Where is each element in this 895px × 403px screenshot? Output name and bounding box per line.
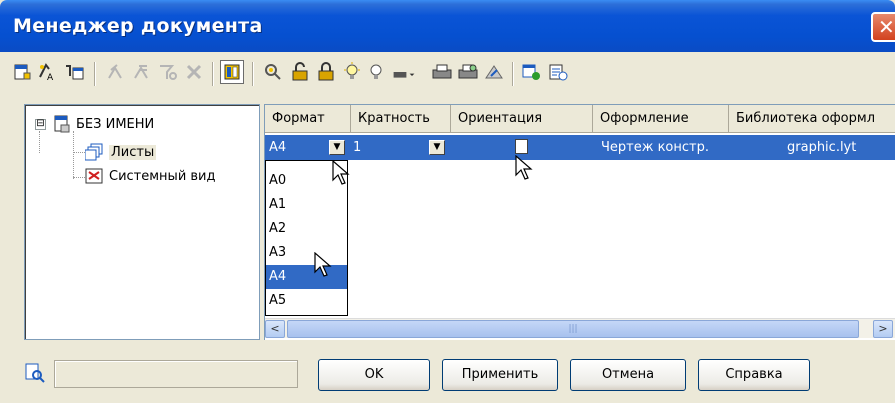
table-header: Формат Кратность Ориентация Оформление Б… [265,105,895,133]
scroll-left-icon[interactable]: < [265,320,285,338]
sheet-params-icon[interactable] [62,60,86,84]
delete-icon[interactable] [182,60,206,84]
dropdown-option-a5[interactable]: A5 [266,289,347,313]
table-row[interactable]: A4 ▼ 1 ▼ Чертеж констр. graphic.lyt [265,135,895,160]
find-icon[interactable] [262,60,286,84]
tree-root-label: БЕЗ ИМЕНИ [76,116,155,132]
column-header-design[interactable]: Оформление [593,105,729,133]
dropdown-option-a1[interactable]: A1 [266,193,347,217]
lock-icon[interactable] [288,60,312,84]
cell-design[interactable]: Чертеж констр. [601,135,709,160]
new-sheet-icon[interactable] [10,60,34,84]
scroll-thumb[interactable]: ||| [287,320,859,338]
scroll-right-icon[interactable]: > [873,320,893,338]
cancel-button[interactable]: Отмена [570,359,686,391]
print-icon[interactable] [430,60,454,84]
collapse-icon[interactable]: ⊟ [35,118,46,130]
title-bar[interactable]: Менеджер документа ✕ [0,0,895,52]
status-field [54,360,298,388]
tree-system-view-label: Системный вид [109,168,216,184]
grid-view-icon[interactable] [220,60,244,84]
apply-button[interactable]: Применить [442,359,558,391]
mouse-cursor-icon [314,252,332,277]
tree-sheets-label: Листы [109,144,157,160]
lock-closed-icon[interactable] [314,60,338,84]
tree-node-root[interactable]: ⊟ БЕЗ ИМЕНИ [35,113,154,135]
ok-button[interactable]: OK [318,359,430,391]
mouse-cursor-icon [515,155,533,180]
svg-text:A: A [47,73,54,82]
dropdown-option-a4[interactable]: A4 [266,265,347,289]
column-header-multiplicity[interactable]: Кратность [351,105,451,133]
close-button[interactable]: ✕ [871,12,895,42]
tree-node-system-view[interactable]: Системный вид [85,165,216,187]
help-button[interactable]: Справка [698,359,810,391]
layout-icon[interactable] [520,60,544,84]
document-search-icon[interactable] [24,362,46,384]
bulb-off-icon[interactable] [364,60,388,84]
export-icon[interactable] [482,60,506,84]
multiplicity-dropdown-button[interactable]: ▼ [429,140,445,155]
sheets-icon [85,143,105,161]
dropdown-option-a2[interactable]: A2 [266,217,347,241]
column-header-library[interactable]: Библиотека оформл [729,105,895,133]
filter-icon[interactable] [156,60,180,84]
new-view-icon[interactable]: A [36,60,60,84]
orientation-checkbox[interactable] [515,139,528,154]
system-view-icon [85,167,105,185]
cell-format[interactable]: A4 [269,135,286,160]
window-title: Менеджер документа [13,15,263,37]
format-dropdown-button[interactable]: ▼ [329,140,345,155]
move-up-icon[interactable] [104,60,128,84]
mouse-cursor-icon [332,160,350,185]
horizontal-scrollbar[interactable]: < ||| > [265,318,895,338]
document-icon [52,115,72,133]
toolbar: A [0,52,895,96]
cell-library[interactable]: graphic.lyt [787,135,856,160]
tree-node-sheets[interactable]: Листы [85,141,157,163]
column-header-orientation[interactable]: Ориентация [451,105,593,133]
cell-multiplicity[interactable]: 1 [353,135,361,160]
bulb-on-icon[interactable] [340,60,364,84]
move-down-icon[interactable] [130,60,154,84]
settings-icon[interactable] [546,60,570,84]
color-icon[interactable] [392,60,416,84]
document-tree[interactable]: ⊟ БЕЗ ИМЕНИ Листы Системный вид [24,104,260,340]
dropdown-option-a3[interactable]: A3 [266,241,347,265]
print-preview-icon[interactable] [456,60,480,84]
document-manager-window: Менеджер документа ✕ A ⊟ БЕЗ ИМЕНИ Листы… [0,0,895,403]
sheets-table: Формат Кратность Ориентация Оформление Б… [264,104,895,340]
column-header-format[interactable]: Формат [265,105,351,133]
